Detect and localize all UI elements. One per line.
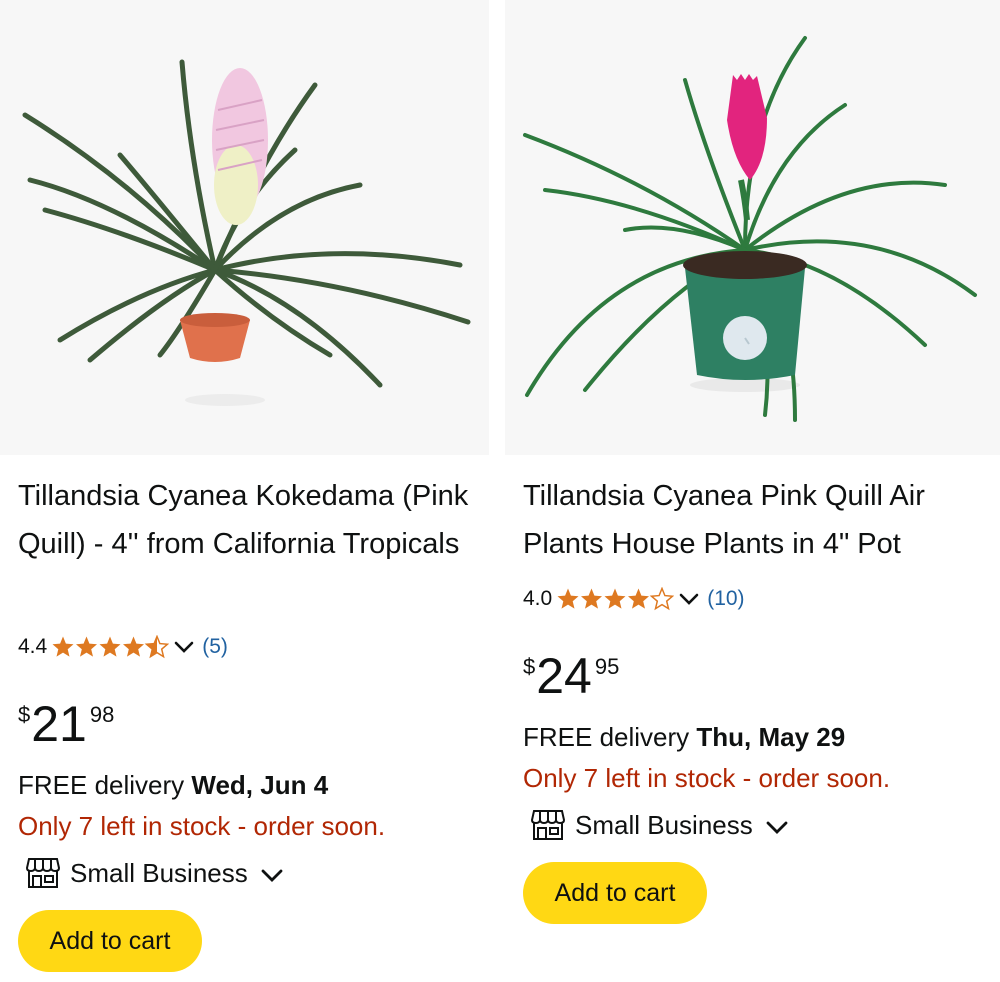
price: $ 21 98 [18, 698, 114, 750]
price-fraction: 98 [89, 702, 115, 727]
rating-value: 4.0 [523, 587, 553, 610]
pink-quill-plant-image [523, 36, 977, 422]
pink-quill-plant-image [22, 59, 471, 406]
chevron-down-icon[interactable] [172, 635, 196, 659]
small-business-badge[interactable]: Small Business [531, 807, 789, 843]
star-rating-icon[interactable] [556, 587, 674, 611]
add-to-cart-button[interactable]: Add to cart [18, 910, 202, 972]
delivery-prefix: FREE delivery [523, 722, 697, 752]
price: $ 24 95 [523, 650, 619, 702]
review-count-link[interactable]: (5) [202, 635, 228, 659]
small-business-label: Small Business [575, 809, 753, 840]
product-image[interactable] [505, 0, 1000, 455]
price-fraction: 95 [594, 654, 620, 679]
small-business-label: Small Business [70, 857, 248, 888]
product-title[interactable]: Tillandsia Cyanea Pink Quill Air Plants … [523, 472, 993, 568]
product-card-2[interactable]: Tillandsia Cyanea Pink Quill Air Plants … [505, 0, 1000, 982]
chevron-down-icon[interactable] [677, 587, 701, 611]
stock-warning: Only 7 left in stock - order soon. [18, 811, 386, 841]
small-business-badge[interactable]: Small Business [26, 855, 284, 891]
price-whole: 24 [536, 648, 592, 704]
delivery-info: FREE delivery Wed, Jun 4 [18, 768, 328, 802]
star-rating-icon[interactable] [51, 635, 169, 659]
chevron-down-icon[interactable] [260, 866, 284, 886]
product-image[interactable] [0, 0, 489, 455]
delivery-prefix: FREE delivery [18, 770, 192, 800]
rating-value: 4.4 [18, 635, 48, 658]
price-currency: $ [18, 702, 31, 727]
product-card-1[interactable]: Tillandsia Cyanea Kokedama (Pink Quill) … [0, 0, 489, 982]
price-currency: $ [523, 654, 536, 679]
price-whole: 21 [31, 696, 87, 752]
add-to-cart-button[interactable]: Add to cart [523, 862, 707, 924]
review-count-link[interactable]: (10) [707, 587, 744, 611]
delivery-date: Thu, May 29 [696, 722, 846, 752]
chevron-down-icon[interactable] [765, 818, 789, 838]
storefront-icon [26, 858, 60, 888]
storefront-icon [531, 810, 565, 840]
delivery-info: FREE delivery Thu, May 29 [523, 720, 845, 754]
stock-warning: Only 7 left in stock - order soon. [523, 763, 891, 793]
delivery-date: Wed, Jun 4 [191, 770, 329, 800]
rating-row[interactable]: 4.4 (5) [18, 632, 228, 662]
rating-row[interactable]: 4.0 (10) [523, 584, 745, 614]
product-title[interactable]: Tillandsia Cyanea Kokedama (Pink Quill) … [18, 472, 478, 568]
